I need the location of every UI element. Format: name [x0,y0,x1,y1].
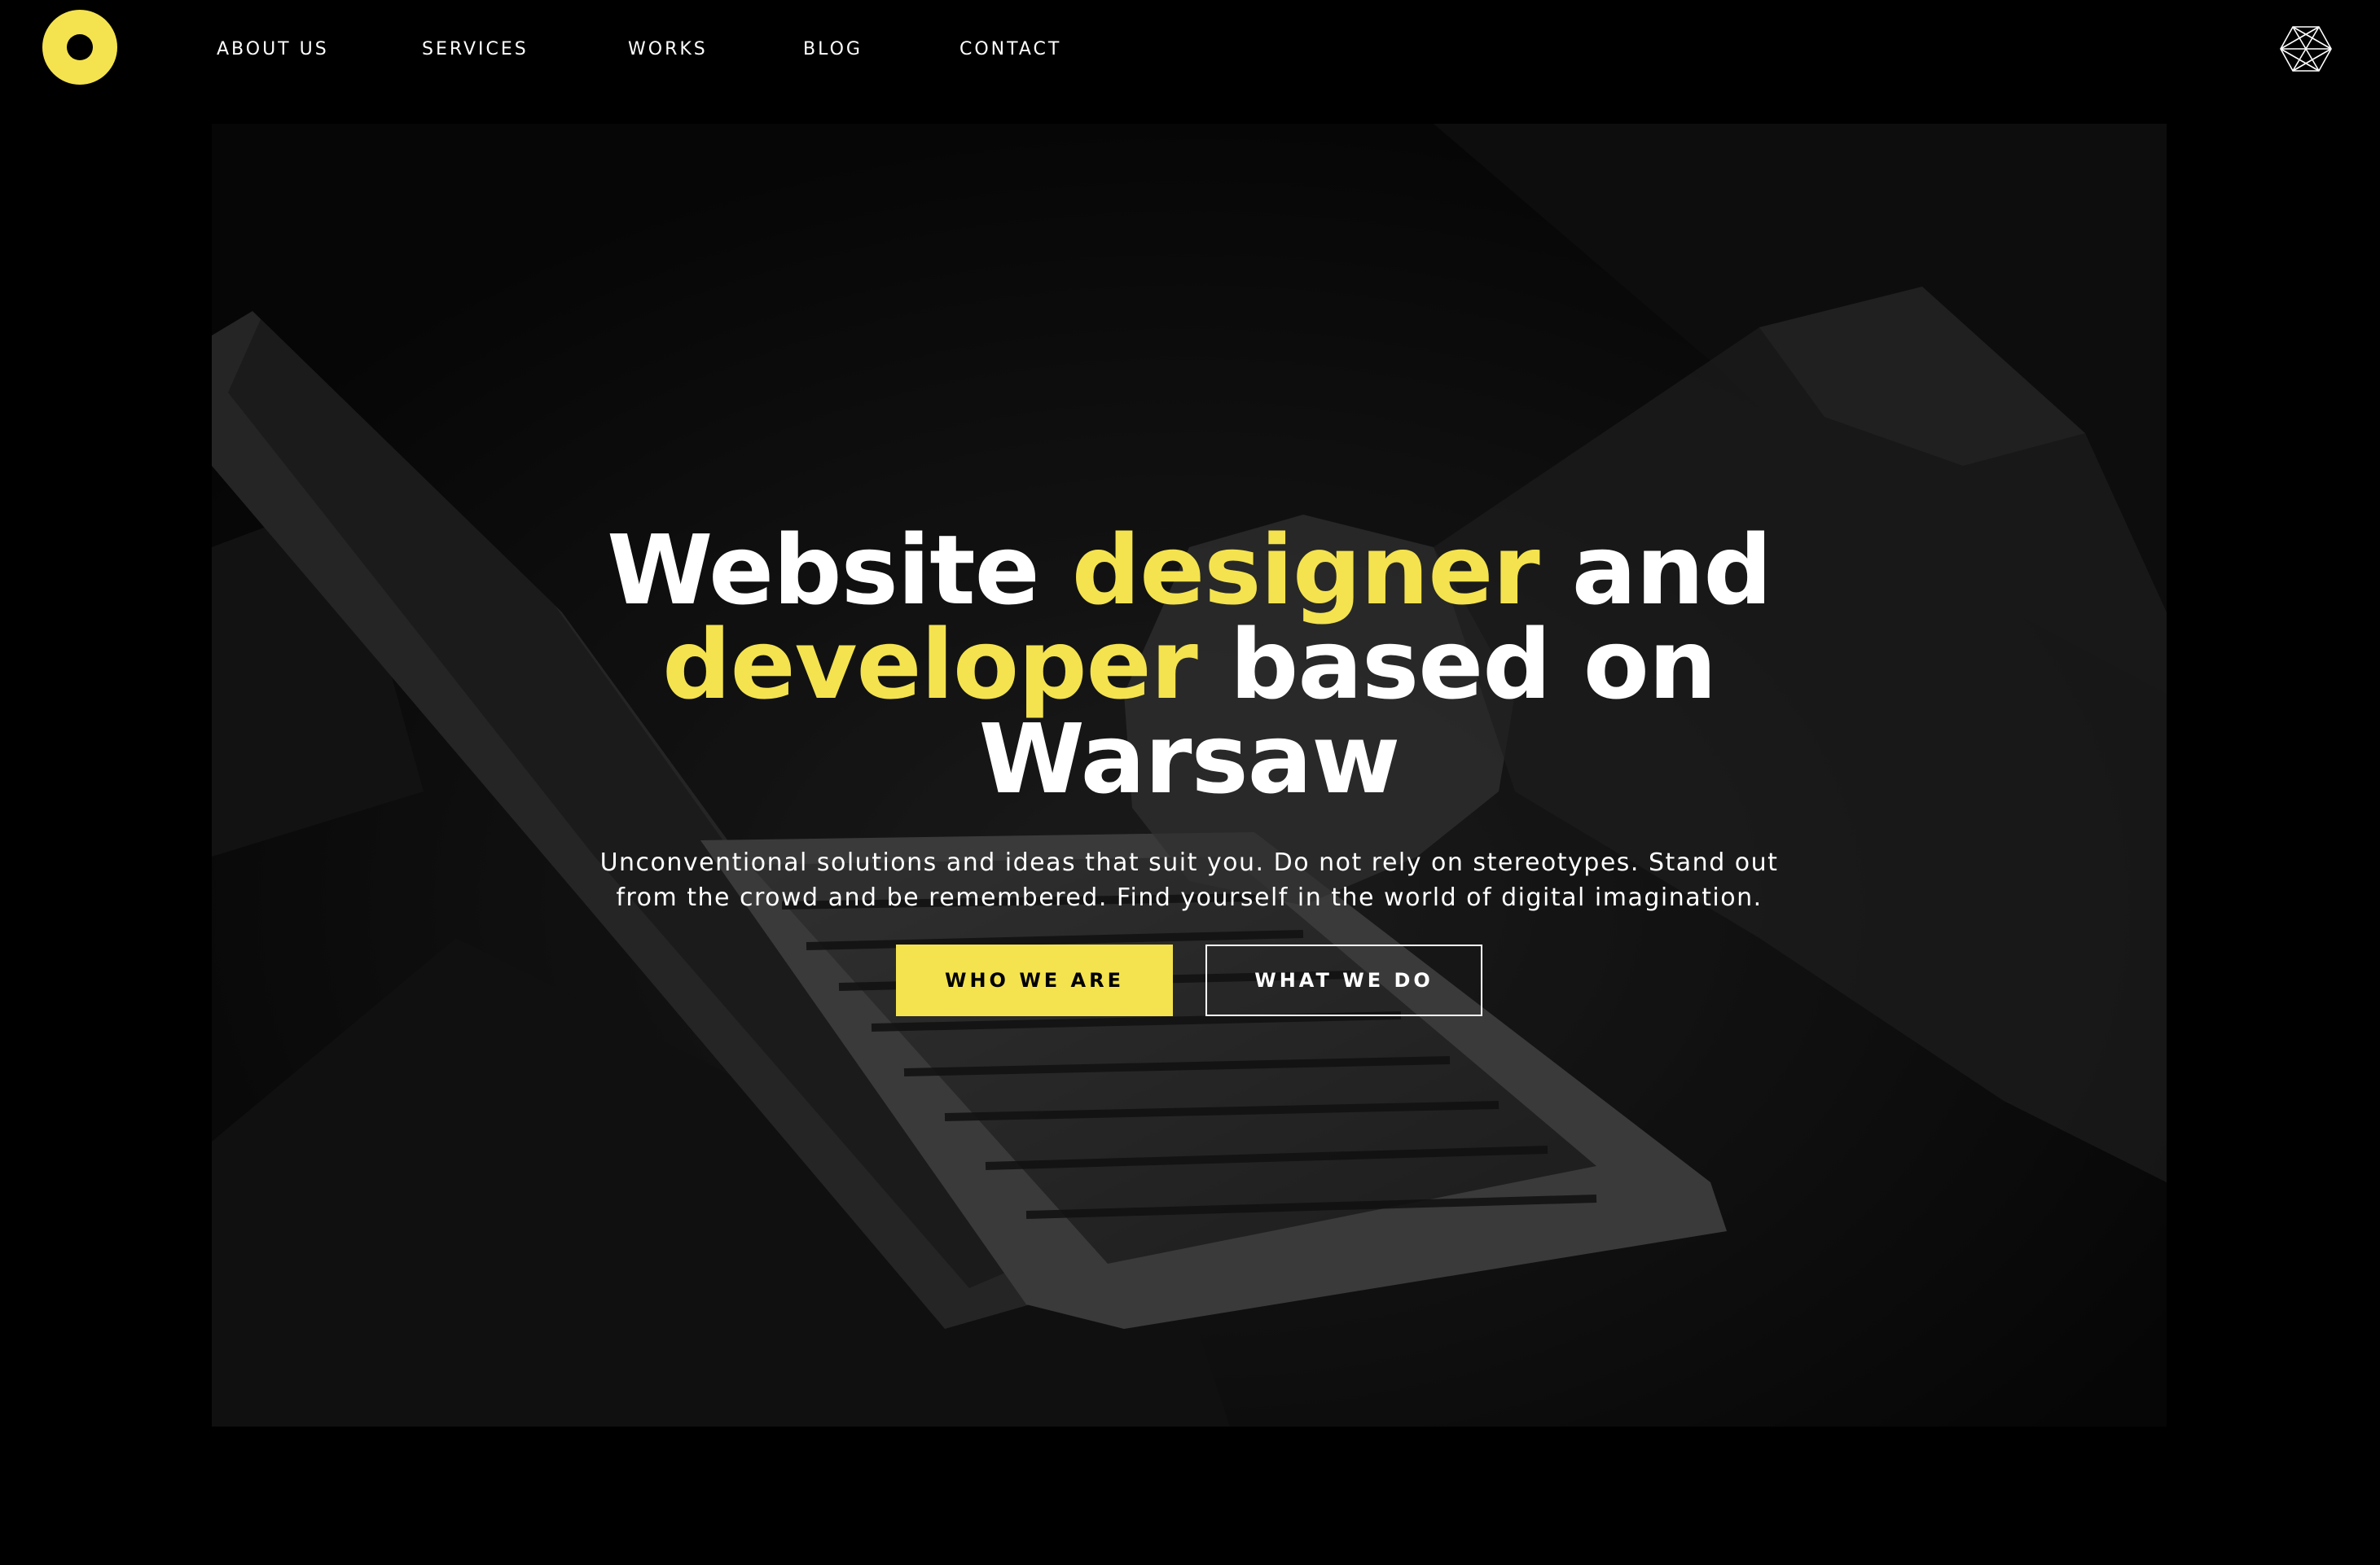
hero-section: Website designer and developer based on … [212,124,2167,1427]
nav-blog[interactable]: BLOG [803,39,863,59]
site-header: ABOUT US SERVICES WORKS BLOG CONTACT [0,0,2380,106]
subtext-line-2: from the crowd and be remembered. Find y… [616,883,1763,912]
subtext-line-1: Unconventional solutions and ideas that … [599,848,1779,877]
hero-subtext: Unconventional solutions and ideas that … [538,845,1841,915]
nav-about-us[interactable]: ABOUT US [217,39,329,59]
nav-services[interactable]: SERVICES [422,39,529,59]
ring-logo-icon[interactable] [42,10,117,85]
nav-contact[interactable]: CONTACT [959,39,1061,59]
hero-content: Website designer and developer based on … [212,124,2167,1427]
headline-text-4: Warsaw [978,703,1401,815]
logo-center [67,34,93,60]
hero-headline: Website designer and developer based on … [497,522,1882,807]
what-we-do-button[interactable]: WHAT WE DO [1205,945,1482,1016]
who-we-are-button[interactable]: WHO WE ARE [896,945,1173,1016]
hexagon-wireframe-icon[interactable] [2279,24,2333,73]
nav-works[interactable]: WORKS [628,39,708,59]
